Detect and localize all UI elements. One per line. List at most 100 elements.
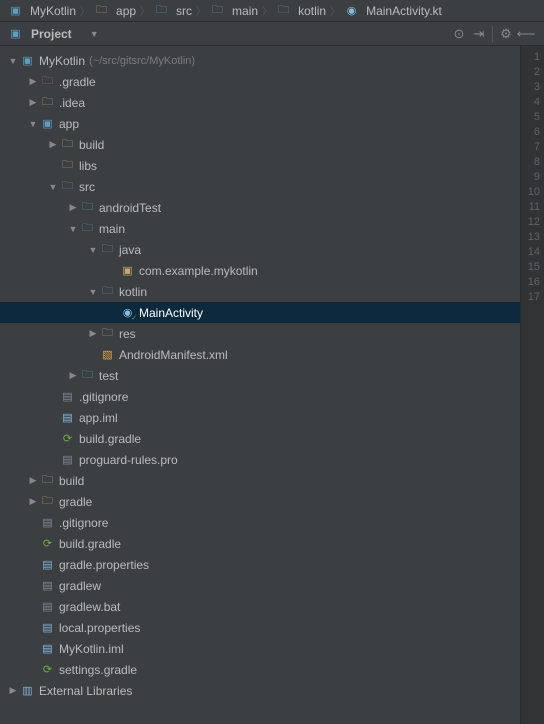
tree-row[interactable]: ▤gradlew.bat <box>0 596 520 617</box>
project-view-icon: ▣ <box>8 26 23 41</box>
tree-row[interactable]: 🗀build <box>0 134 520 155</box>
expand-arrow-icon[interactable] <box>48 182 58 192</box>
tree-row[interactable]: ▤local.properties <box>0 617 520 638</box>
tree-row[interactable]: 🗀test <box>0 365 520 386</box>
separator <box>492 26 493 42</box>
tree-row[interactable]: ⟳build.gradle <box>0 533 520 554</box>
line-number: 5 <box>521 110 540 125</box>
breadcrumb-item[interactable]: ◉MainActivity.kt <box>340 2 446 19</box>
tree-label: .idea <box>59 96 85 110</box>
folder-blue-icon: 🗀 <box>276 3 291 18</box>
folder-teal-icon: 🗀 <box>80 200 95 215</box>
tree-row[interactable]: ▤app.iml <box>0 407 520 428</box>
tree-label: java <box>119 243 141 257</box>
breadcrumb-label: src <box>176 4 192 18</box>
tree-row[interactable]: 🗀main <box>0 218 520 239</box>
expand-arrow-icon[interactable] <box>28 97 38 108</box>
line-number: 17 <box>521 290 540 305</box>
folder-icon: 🗀 <box>40 494 55 509</box>
expand-arrow-icon[interactable] <box>88 245 98 255</box>
tree-label: External Libraries <box>39 684 132 698</box>
line-number: 7 <box>521 140 540 155</box>
line-number: 12 <box>521 215 540 230</box>
expand-arrow-icon[interactable] <box>28 119 38 129</box>
project-icon: ▣ <box>40 116 55 131</box>
expand-arrow-icon[interactable] <box>68 202 78 213</box>
line-number: 15 <box>521 260 540 275</box>
tree-row[interactable]: 🗀 res <box>0 323 520 344</box>
breadcrumb-label: main <box>232 4 258 18</box>
tree-row[interactable]: ⟳settings.gradle <box>0 659 520 680</box>
expand-arrow-icon[interactable] <box>8 685 18 696</box>
tree-row[interactable]: ▤gradlew <box>0 575 520 596</box>
tree-row[interactable]: 🗀 .idea <box>0 92 520 113</box>
expand-arrow-icon[interactable] <box>28 496 38 507</box>
breadcrumb-bar: ▣MyKotlin〉🗀app〉🗀src〉🗀main〉🗀kotlin〉◉MainA… <box>0 0 544 22</box>
tree-row[interactable]: ▧AndroidManifest.xml <box>0 344 520 365</box>
expand-arrow-icon[interactable] <box>88 287 98 297</box>
view-mode-label[interactable]: Project <box>31 27 72 41</box>
tree-row[interactable]: ▣MyKotlin(~/src/gitsrc/MyKotlin) <box>0 50 520 71</box>
tree-label: build <box>79 138 104 152</box>
tree-label: .gitignore <box>59 516 108 530</box>
folder-yellow-icon: 🗀 <box>100 326 115 341</box>
tree-label: build.gradle <box>79 432 141 446</box>
kt-icon: ◉ <box>344 3 359 18</box>
project-tree[interactable]: ▣MyKotlin(~/src/gitsrc/MyKotlin)🗀.gradle… <box>0 46 520 724</box>
tree-row[interactable]: ▥ External Libraries <box>0 680 520 701</box>
breadcrumb-item[interactable]: 🗀app <box>90 2 140 19</box>
tree-row[interactable]: 🗀java <box>0 239 520 260</box>
breadcrumb-item[interactable]: 🗀kotlin <box>272 2 330 19</box>
libs-icon: ▥ <box>20 683 35 698</box>
tree-row[interactable]: ▣com.example.mykotlin <box>0 260 520 281</box>
tree-row[interactable]: 🗀gradle <box>0 491 520 512</box>
folder-icon: 🗀 <box>40 95 55 110</box>
tree-label: com.example.mykotlin <box>139 264 258 278</box>
line-number: 13 <box>521 230 540 245</box>
tree-row[interactable]: ▤MyKotlin.iml <box>0 638 520 659</box>
tree-row[interactable]: ▤gradle.properties <box>0 554 520 575</box>
tree-label: main <box>99 222 125 236</box>
tree-row[interactable]: ▤.gitignore <box>0 512 520 533</box>
line-number: 2 <box>521 65 540 80</box>
tree-label: res <box>119 327 136 341</box>
hide-icon[interactable]: ⟵ <box>516 24 536 44</box>
tree-row[interactable]: ◉MainActivity <box>0 302 520 323</box>
expand-arrow-icon[interactable] <box>68 224 78 234</box>
tree-row[interactable]: ▣ app <box>0 113 520 134</box>
folder-blue-icon: 🗀 <box>100 284 115 299</box>
breadcrumb-label: MyKotlin <box>30 4 76 18</box>
expand-arrow-icon[interactable] <box>88 328 98 339</box>
gradle-icon: ⟳ <box>40 662 55 677</box>
gear-icon[interactable]: ⚙ <box>496 24 516 44</box>
expand-arrow-icon[interactable] <box>48 139 58 150</box>
tree-label: app <box>59 117 79 131</box>
folder-blue-icon: 🗀 <box>60 179 75 194</box>
breadcrumb-item[interactable]: 🗀src <box>150 2 196 19</box>
tree-label: MainActivity <box>139 306 203 320</box>
tree-label: build.gradle <box>59 537 121 551</box>
tree-row[interactable]: 🗀.gradle <box>0 71 520 92</box>
breadcrumb-item[interactable]: ▣MyKotlin <box>4 2 80 19</box>
tree-row[interactable]: 🗀src <box>0 176 520 197</box>
tree-row[interactable]: 🗀build <box>0 470 520 491</box>
tree-row[interactable]: 🗀androidTest <box>0 197 520 218</box>
expand-arrow-icon[interactable] <box>28 475 38 486</box>
scroll-to-source-icon[interactable]: ⊙ <box>449 24 469 44</box>
expand-arrow-icon[interactable] <box>8 56 18 66</box>
tree-label: proguard-rules.pro <box>79 453 178 467</box>
collapse-all-icon[interactable]: ⇥ <box>469 24 489 44</box>
tree-row[interactable]: 🗀libs <box>0 155 520 176</box>
tree-row[interactable]: ▤.gitignore <box>0 386 520 407</box>
tree-row[interactable]: 🗀kotlin <box>0 281 520 302</box>
tree-row[interactable]: ▤proguard-rules.pro <box>0 449 520 470</box>
tree-row[interactable]: ⟳build.gradle <box>0 428 520 449</box>
tree-label: gradle.properties <box>59 558 149 572</box>
breadcrumb-item[interactable]: 🗀main <box>206 2 262 19</box>
view-mode-dropdown-icon[interactable]: ▼ <box>90 29 99 39</box>
expand-arrow-icon[interactable] <box>28 76 38 87</box>
line-number: 1 <box>521 50 540 65</box>
tree-label: MyKotlin <box>39 54 85 68</box>
file-iml-icon: ▤ <box>40 641 55 656</box>
expand-arrow-icon[interactable] <box>68 370 78 381</box>
